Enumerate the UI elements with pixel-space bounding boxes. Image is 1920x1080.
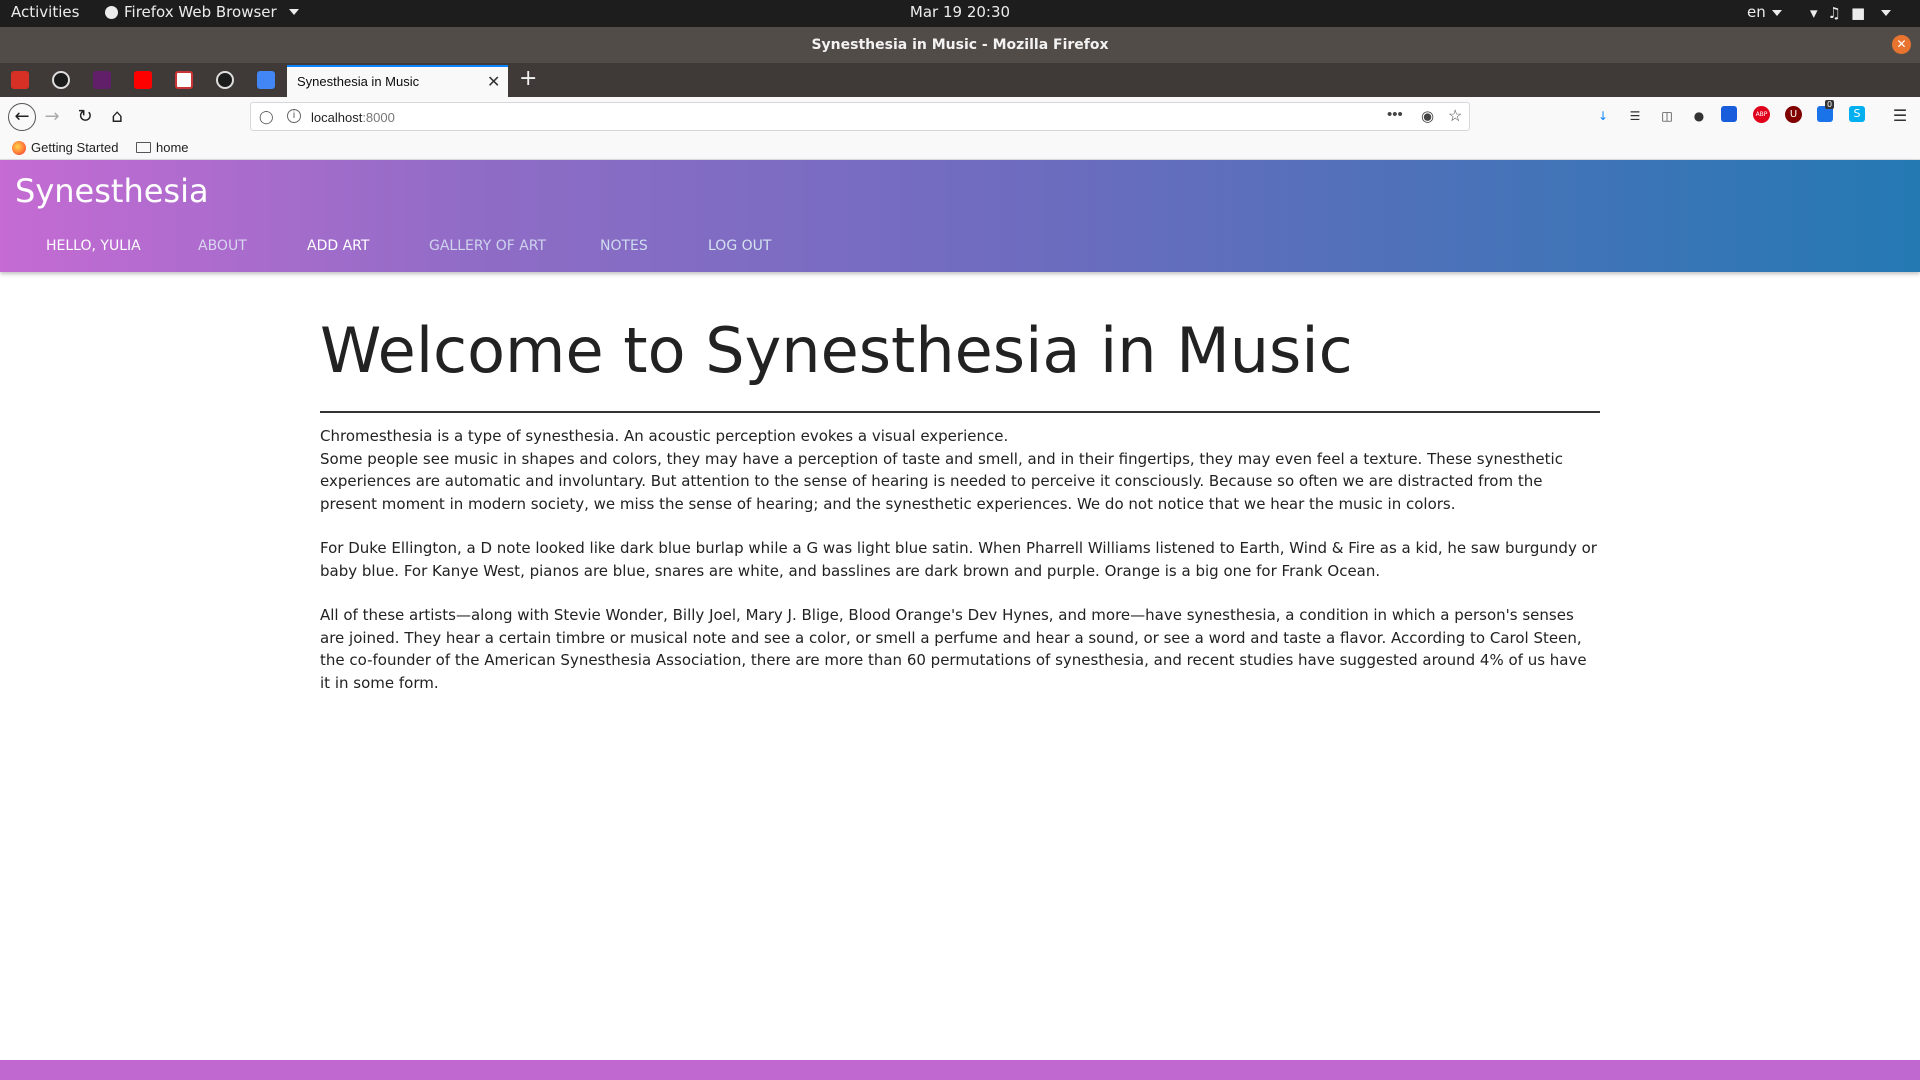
navigation-bar: ← → ↻ ⌂ ◯ i localhost:8000 ••• ◉ ☆ ↓ ☰ ◫… (0, 97, 1920, 137)
bookmark-home[interactable]: home (136, 140, 189, 155)
url-bar[interactable]: ◯ i localhost:8000 ••• ◉ ☆ (250, 102, 1470, 131)
system-top-bar: Activities Firefox Web Browser Mar 19 20… (0, 0, 1920, 27)
pinned-tab-github-icon[interactable] (216, 71, 234, 89)
clock[interactable]: Mar 19 20:30 (910, 3, 1010, 21)
nav-log-out[interactable]: LOG OUT (708, 238, 771, 254)
pinned-tab-github-icon[interactable] (52, 71, 70, 89)
site-brand[interactable]: Synesthesia (15, 172, 209, 210)
nav-gallery-of-art[interactable]: GALLERY OF ART (429, 238, 546, 254)
library-icon[interactable]: ☰ (1625, 106, 1645, 126)
firefox-logo-icon (12, 140, 26, 155)
home-button[interactable]: ⌂ (105, 105, 129, 129)
back-button[interactable]: ← (8, 103, 36, 131)
shield-icon[interactable]: ◯ (259, 109, 274, 125)
system-tray[interactable]: ▾ ♫ ■ (1810, 4, 1892, 22)
hamburger-menu-icon[interactable]: ☰ (1890, 106, 1910, 126)
artists-paragraph: For Duke Ellington, a D note looked like… (320, 539, 1597, 580)
new-tab-button[interactable]: + (519, 66, 537, 91)
page-actions-icon[interactable]: ••• (1387, 106, 1403, 123)
lock-icon: ■ (1850, 4, 1866, 22)
reload-button[interactable]: ↻ (73, 105, 97, 129)
bookmarks-toolbar: Getting Started home (0, 137, 1920, 160)
firefox-icon (105, 5, 118, 19)
chevron-down-icon (1881, 10, 1892, 16)
tab-bar: Synesthesia in Music ✕ + (0, 63, 1920, 97)
page-title: Welcome to Synesthesia in Music (320, 314, 1353, 387)
bookmark-label: home (156, 140, 189, 155)
url-port: :8000 (362, 110, 395, 125)
ublock-icon[interactable]: U (1785, 106, 1802, 123)
site-header: Synesthesia HELLO, YULIA ABOUT ADD ART G… (0, 160, 1920, 272)
extension-badge: 0 (1825, 100, 1835, 109)
nav-about[interactable]: ABOUT (198, 238, 247, 254)
bookmark-getting-started[interactable]: Getting Started (12, 140, 118, 155)
pinned-tab-gmail-icon[interactable] (11, 71, 29, 89)
pinned-tab-youtube-icon[interactable] (134, 71, 152, 89)
extension-icon[interactable]: 0 (1817, 100, 1835, 122)
intro-paragraph: Chromesthesia is a type of synesthesia. … (320, 425, 1600, 515)
chevron-down-icon (1771, 9, 1782, 16)
skype-icon[interactable]: S (1849, 106, 1865, 122)
bitwarden-icon[interactable] (1721, 106, 1737, 122)
app-menu[interactable]: Firefox Web Browser (105, 3, 299, 21)
close-window-button[interactable]: ✕ (1892, 35, 1911, 54)
pinned-tab-bookmark-app-icon[interactable] (175, 71, 193, 89)
title-divider (320, 411, 1600, 413)
pinned-tab-docs-icon[interactable] (257, 71, 275, 89)
tab-synesthesia[interactable]: Synesthesia in Music ✕ (287, 65, 508, 97)
url-host: localhost (311, 110, 363, 125)
pinned-tab-slack-icon[interactable] (93, 71, 111, 89)
condition-paragraph: All of these artists—along with Stevie W… (320, 606, 1587, 692)
downloads-icon[interactable]: ↓ (1593, 106, 1613, 126)
nav-notes[interactable]: NOTES (600, 238, 648, 254)
main-content: Welcome to Synesthesia in Music Chromest… (320, 305, 1600, 716)
nav-hello-user[interactable]: HELLO, YULIA (46, 238, 141, 254)
chevron-down-icon (288, 9, 299, 15)
info-icon[interactable]: i (287, 109, 301, 123)
adblock-icon[interactable]: ABP (1753, 106, 1770, 123)
volume-icon: ♫ (1827, 4, 1841, 22)
language-label: en (1747, 3, 1766, 21)
site-footer (0, 1060, 1920, 1080)
close-tab-icon[interactable]: ✕ (487, 72, 500, 92)
sidebar-icon[interactable]: ◫ (1657, 106, 1677, 126)
bookmark-label: Getting Started (31, 140, 119, 155)
intro-line: Chromesthesia is a type of synesthesia. … (320, 427, 1009, 445)
language-selector[interactable]: en (1747, 3, 1782, 21)
wifi-icon: ▾ (1810, 4, 1818, 22)
bookmark-star-icon[interactable]: ☆ (1448, 106, 1462, 126)
tab-label: Synesthesia in Music (297, 74, 420, 89)
folder-icon (136, 142, 151, 153)
forward-button[interactable]: → (40, 105, 64, 129)
intro-body: Some people see music in shapes and colo… (320, 449, 1563, 513)
account-icon[interactable]: ● (1689, 106, 1709, 126)
app-menu-label: Firefox Web Browser (124, 3, 277, 21)
url-text[interactable]: localhost:8000 (311, 110, 395, 125)
nav-add-art[interactable]: ADD ART (307, 238, 369, 254)
window-title-bar: Synesthesia in Music - Mozilla Firefox ✕ (0, 27, 1920, 63)
pocket-icon[interactable]: ◉ (1421, 107, 1434, 125)
activities-button[interactable]: Activities (11, 3, 79, 21)
window-title: Synesthesia in Music - Mozilla Firefox (811, 37, 1109, 53)
